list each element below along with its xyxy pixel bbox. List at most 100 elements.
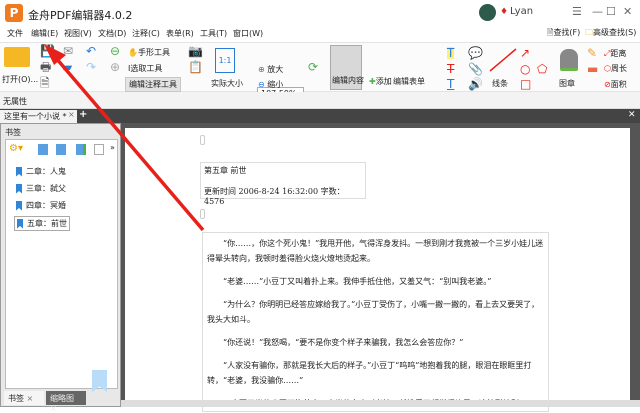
redo-icon[interactable]: ↷: [86, 61, 96, 73]
rectangle-icon[interactable]: □: [520, 78, 531, 90]
clipboard-icon[interactable]: 📋: [188, 61, 203, 73]
open-button[interactable]: 打开(O)...: [2, 74, 38, 85]
bookmark-item[interactable]: 二章：人鬼: [16, 166, 66, 177]
text-block-handle[interactable]: [200, 209, 205, 219]
save-icon[interactable]: 💾: [40, 45, 55, 57]
menu-form[interactable]: 表单(R): [166, 28, 194, 39]
menu-file[interactable]: 文件: [7, 28, 23, 39]
menu-document[interactable]: 文档(D): [98, 28, 126, 39]
text-block-handle[interactable]: [200, 135, 205, 145]
stamp-icon[interactable]: [560, 49, 578, 71]
tab-thumbnails[interactable]: 缩略图 ×: [46, 391, 86, 413]
distance-button[interactable]: ⤢距离: [604, 48, 626, 59]
document-tab[interactable]: 这里有一个小说 * ×: [0, 110, 77, 123]
panel-title: 书签: [5, 128, 21, 137]
camera-icon[interactable]: 📷: [188, 45, 203, 57]
hand-icon: ✋: [128, 48, 138, 57]
area-button[interactable]: ⊘面积: [604, 79, 627, 90]
forward-icon[interactable]: ⊕: [110, 61, 120, 73]
chapter-text-box[interactable]: 第五章 前世 更新时间 2006-8-24 16:32:00 字数：4576: [200, 162, 366, 206]
menu-tools[interactable]: 工具(T): [200, 28, 227, 39]
find-button[interactable]: 🗎查找(F): [547, 27, 580, 41]
bookmark-add-icon[interactable]: [38, 144, 48, 155]
new-tab-button[interactable]: +: [79, 109, 87, 120]
circle-icon[interactable]: ○: [520, 63, 530, 75]
bookmark-child-icon[interactable]: [56, 144, 66, 155]
scan-icon[interactable]: ▰: [63, 61, 72, 73]
highlight-text-icon[interactable]: T: [447, 47, 455, 59]
export-icon[interactable]: 🗎: [40, 77, 50, 89]
menu-view[interactable]: 视图(V): [64, 28, 92, 39]
add-button[interactable]: ✚添加: [369, 76, 392, 87]
app-title: 金舟PDF编辑器4.0.2: [28, 9, 133, 22]
note-icon[interactable]: 💬: [468, 47, 483, 59]
bookmark-icon: [16, 183, 22, 194]
bookmark-new-icon[interactable]: [76, 144, 86, 155]
bookmark-panel: 书签 ⚙▾ » 二章：人鬼 三章：弑父 四章：冥婚 五章：前世 书签 × 缩略图…: [0, 123, 121, 413]
bookmark-icon: [16, 166, 22, 177]
pdf-page: 第五章 前世 更新时间 2006-8-24 16:32:00 字数：4576 “…: [125, 128, 630, 412]
bookmark-item[interactable]: 四章：冥婚: [16, 200, 66, 211]
properties-bar: 无属性: [0, 92, 640, 109]
close-button[interactable]: ✕: [623, 5, 632, 18]
select-tool[interactable]: Ⅰ选取工具: [128, 63, 162, 74]
pencil-icon[interactable]: ✎: [587, 47, 597, 59]
undo-icon[interactable]: ↶: [86, 45, 96, 57]
edit-form-button[interactable]: 编辑表单: [393, 76, 425, 87]
perimeter-icon: ⬡: [604, 64, 611, 73]
tab-close-icon[interactable]: ×: [68, 110, 75, 119]
menu-icon[interactable]: ☰: [572, 5, 582, 18]
horizontal-scrollbar[interactable]: [121, 400, 640, 407]
folder-search-icon: 🗀: [585, 28, 593, 37]
actual-size-button[interactable]: 实际大小: [211, 78, 243, 89]
back-icon[interactable]: ⊖: [110, 45, 120, 57]
vip-icon: ♦: [500, 7, 509, 17]
pentagon-icon[interactable]: ⬠: [537, 63, 547, 75]
attach-icon[interactable]: 📎: [468, 63, 483, 75]
lines-button[interactable]: 线条: [492, 78, 508, 89]
chapter-meta: 更新时间 2006-8-24 16:32:00 字数：4576: [204, 187, 345, 206]
strikeout-icon[interactable]: T: [447, 63, 454, 75]
eraser-icon[interactable]: ▬: [587, 63, 598, 75]
hand-tool[interactable]: ✋手形工具: [128, 47, 170, 58]
app-logo: P: [5, 4, 23, 22]
paragraph: “人家没有骗你，那就是我长大后的样子。”小豆丁“呜呜”地抱着我的腿，眼泪在眼眶里…: [207, 361, 532, 385]
tab-bookmarks[interactable]: 书签 ×: [4, 391, 44, 405]
underline-icon[interactable]: T: [447, 78, 454, 90]
edit-annotation-tool[interactable]: 编辑注释工具: [125, 77, 181, 92]
advanced-find-button[interactable]: 🗀高级查找(S): [585, 27, 636, 41]
sound-icon[interactable]: 🔊: [468, 78, 483, 90]
edit-content-button[interactable]: 编辑内容: [330, 45, 364, 90]
maximize-button[interactable]: ☐: [606, 5, 616, 18]
bookmark-item-selected[interactable]: 五章：前世: [14, 216, 70, 231]
paragraph: “你……，你这个死小鬼！”我甩开他，气得浑身发抖。一想到刚才我竟被一个三岁小娃儿…: [207, 239, 544, 263]
folder-icon[interactable]: [4, 47, 30, 67]
actual-size-icon[interactable]: 1:1: [215, 48, 235, 73]
user-name[interactable]: Lyan: [510, 6, 533, 17]
menu-window[interactable]: 窗口(W): [233, 28, 263, 39]
email-icon[interactable]: ✉: [63, 45, 73, 57]
rotate-icon[interactable]: ⟳: [308, 61, 318, 73]
perimeter-button[interactable]: ⬡周长: [604, 63, 627, 74]
zoom-in-button[interactable]: ⊕ 放大: [258, 64, 283, 75]
line-icon[interactable]: [488, 47, 518, 73]
gear-icon[interactable]: ⚙▾: [9, 143, 23, 154]
title-bar: P 金舟PDF编辑器4.0.2 ♦ Lyan ☰ — ☐ ✕: [0, 0, 640, 26]
arrow-icon[interactable]: ↗: [520, 47, 530, 59]
bookmark-watermark-icon: [92, 370, 107, 392]
more-icon[interactable]: »: [110, 143, 115, 152]
area-icon: ⊘: [604, 80, 611, 89]
close-all-icon[interactable]: ✕: [628, 110, 636, 120]
print-icon[interactable]: 🖶: [40, 61, 51, 73]
paragraph: “为什么？你明明已经答应嫁给我了。”小豆丁受伤了，小嘴一撇一撇的，看上去又要哭了…: [207, 300, 540, 324]
bookmark-item[interactable]: 三章：弑父: [16, 183, 66, 194]
content-text-box[interactable]: “你……，你这个死小鬼！”我甩开他，气得浑身发抖。一想到刚才我竟被一个三岁小娃儿…: [202, 232, 549, 412]
menu-comment[interactable]: 注释(C): [132, 28, 160, 39]
bookmark-list: ⚙▾ » 二章：人鬼 三章：弑父 四章：冥婚 五章：前世: [5, 139, 118, 392]
bookmark-properties-icon[interactable]: [94, 144, 104, 155]
zoom-out-button[interactable]: ⊖ 缩小: [258, 79, 283, 90]
minimize-button[interactable]: —: [592, 5, 603, 18]
menu-edit[interactable]: 编辑(E): [31, 28, 58, 39]
avatar[interactable]: [479, 4, 496, 21]
stamp-button[interactable]: 图章: [559, 78, 575, 89]
